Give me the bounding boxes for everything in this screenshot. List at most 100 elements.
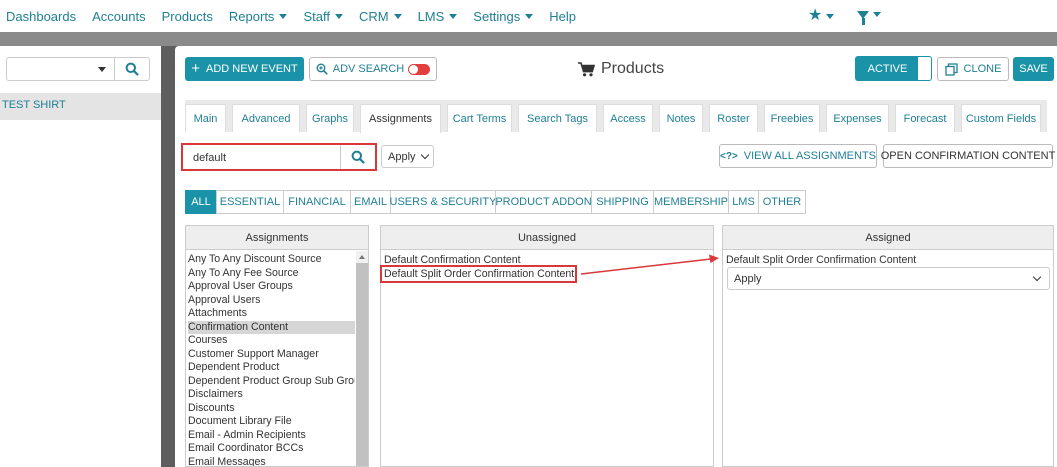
tab-main[interactable]: Main — [185, 104, 226, 132]
clone-label: CLONE — [963, 63, 1002, 75]
chevron-down-icon — [420, 150, 430, 160]
funnel-icon — [857, 11, 869, 25]
list-item[interactable]: Attachments — [188, 307, 247, 320]
category-product-addon[interactable]: PRODUCT ADDON — [495, 190, 592, 214]
category-other[interactable]: OTHER — [758, 190, 806, 214]
tab-notes[interactable]: Notes — [659, 104, 703, 132]
nav-lms[interactable]: LMS — [418, 9, 458, 24]
list-item[interactable]: Dependent Product — [188, 361, 279, 374]
star-icon: ★ — [808, 7, 823, 24]
sidebar-search-button[interactable] — [114, 57, 150, 81]
tab-custom-fields[interactable]: Custom Fields — [961, 104, 1041, 132]
nav-help[interactable]: Help — [549, 9, 576, 24]
tab-expenses[interactable]: Expenses — [826, 104, 889, 132]
tab-graphs[interactable]: Graphs — [306, 104, 354, 132]
nav-label: Dashboards — [6, 8, 77, 24]
nav-dashboards[interactable]: Dashboards — [6, 9, 76, 24]
nav-reports[interactable]: Reports — [229, 9, 288, 24]
list-item[interactable]: Approval User Groups — [188, 280, 293, 293]
tab-access[interactable]: Access — [603, 104, 653, 132]
nav-label: CRM — [358, 8, 389, 24]
tab-forecast[interactable]: Forecast — [895, 104, 955, 132]
assignment-search-input[interactable]: default — [193, 152, 226, 164]
clone-button[interactable]: CLONE — [937, 57, 1009, 81]
category-shipping[interactable]: SHIPPING — [591, 190, 654, 214]
unassigned-header: Unassigned — [381, 226, 713, 250]
nav-label: Staff — [303, 8, 330, 24]
caret-down-icon — [525, 13, 534, 19]
category-membership[interactable]: MEMBERSHIP — [653, 190, 729, 214]
add-new-event-button[interactable]: + ADD NEW EVENT — [185, 57, 304, 81]
list-item[interactable]: Email Coordinator BCCs — [188, 442, 303, 455]
list-item[interactable]: Disclaimers — [188, 388, 243, 401]
tab-cart-terms[interactable]: Cart Terms — [447, 104, 512, 132]
category-financial[interactable]: FINANCIAL — [283, 190, 351, 214]
caret-down-icon — [873, 11, 881, 17]
assigned-item-select[interactable]: Apply — [727, 267, 1050, 290]
category-all[interactable]: ALL — [185, 190, 217, 214]
nav-products[interactable]: Products — [162, 9, 213, 24]
list-item[interactable]: Any To Any Discount Source — [188, 253, 321, 266]
search-plus-icon — [316, 63, 328, 75]
scroll-up-icon[interactable] — [359, 255, 365, 259]
list-item[interactable]: Approval Users — [188, 294, 260, 307]
caret-down-icon — [393, 13, 402, 19]
list-item[interactable]: Courses — [188, 334, 227, 347]
tab-advanced[interactable]: Advanced — [232, 104, 300, 132]
category-essential[interactable]: ESSENTIAL — [216, 190, 284, 214]
code-icon: <?> — [719, 150, 738, 162]
nav-staff[interactable]: Staff — [303, 9, 343, 24]
category-email[interactable]: EMAIL — [350, 190, 391, 214]
tab-roster[interactable]: Roster — [709, 104, 758, 132]
highlight-box — [380, 265, 577, 283]
favorites-menu[interactable]: ★ — [808, 7, 835, 24]
tab-search-tags[interactable]: Search Tags — [518, 104, 597, 132]
list-item[interactable]: Email Messages — [188, 456, 266, 467]
filter-menu[interactable] — [857, 9, 881, 25]
category-users-security[interactable]: USERS & SECURITY — [390, 190, 496, 214]
active-toggle-knob[interactable] — [917, 56, 932, 81]
caret-down-icon — [449, 13, 458, 19]
apply-select[interactable]: Apply — [381, 145, 434, 168]
sidebar: TEST SHIRT — [0, 46, 161, 467]
sidebar-search-select[interactable] — [6, 57, 115, 81]
list-item-selected[interactable]: Confirmation Content — [188, 320, 355, 334]
save-button[interactable]: SAVE — [1013, 57, 1054, 81]
view-all-assignments-button[interactable]: <?> VIEW ALL ASSIGNMENTS — [719, 144, 877, 168]
active-toggle-button[interactable]: ACTIVE — [855, 56, 920, 81]
caret-down-icon — [334, 13, 343, 19]
list-item[interactable]: Email - Admin Recipients — [188, 429, 306, 442]
open-confirmation-content-button[interactable]: OPEN CONFIRMATION CONTENT — [881, 144, 1055, 168]
nav-crm[interactable]: CRM — [359, 9, 402, 24]
nav-settings[interactable]: Settings — [473, 8, 534, 24]
sidebar-item[interactable]: TEST SHIRT — [0, 93, 161, 120]
background-stripe — [0, 32, 1057, 46]
nav-accounts[interactable]: Accounts — [92, 9, 145, 24]
assigned-panel: Assigned Default Split Order Confirmatio… — [722, 225, 1054, 467]
assignment-search-button[interactable] — [341, 145, 375, 169]
top-nav: Dashboards Accounts Products Reports Sta… — [0, 0, 1057, 32]
save-label: SAVE — [1019, 63, 1048, 75]
adv-search-button[interactable]: ADV SEARCH — [309, 57, 437, 81]
apply-select-value: Apply — [388, 151, 416, 163]
list-item[interactable]: Customer Support Manager — [188, 348, 319, 361]
tab-assignments[interactable]: Assignments — [360, 104, 441, 133]
list-item[interactable]: Dependent Product Group Sub Group — [188, 375, 355, 388]
adv-search-toggle[interactable] — [408, 63, 431, 75]
category-lms[interactable]: LMS — [728, 190, 759, 214]
active-label: ACTIVE — [867, 62, 908, 75]
assignments-scrollbar[interactable] — [356, 251, 368, 466]
main-panel: + ADD NEW EVENT ADV SEARCH Products ACTI… — [175, 46, 1057, 467]
nav-label: Settings — [473, 8, 521, 24]
list-item[interactable]: Any To Any Fee Source — [188, 267, 299, 280]
assigned-item-label: Default Split Order Confirmation Content — [726, 254, 917, 266]
add-new-event-label: ADD NEW EVENT — [206, 63, 298, 75]
list-item[interactable]: Document Library File — [188, 415, 292, 428]
list-item[interactable]: Discounts — [188, 402, 235, 415]
nav-label: LMS — [417, 8, 445, 24]
tab-freebies[interactable]: Freebies — [764, 104, 820, 132]
nav-label: Products — [161, 8, 213, 24]
search-icon — [125, 62, 139, 76]
scrollbar-thumb[interactable] — [356, 263, 368, 466]
nav-label: Accounts — [92, 8, 146, 24]
